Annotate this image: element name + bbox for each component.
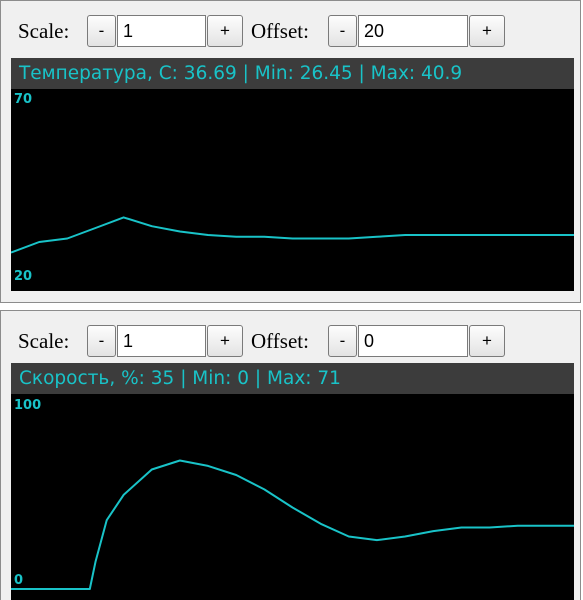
offset-increase-button[interactable]: + (469, 15, 505, 47)
speed-chart (11, 459, 574, 590)
scale-input[interactable] (117, 15, 206, 47)
speed-y-min-label: 0 (14, 573, 24, 588)
speed-controls: Scale: - + Offset: - + (1, 311, 580, 359)
scale-increase-button[interactable]: + (207, 325, 243, 357)
scale-increase-button[interactable]: + (207, 15, 243, 47)
offset-decrease-button[interactable]: - (328, 325, 357, 357)
scale-label: Scale: (18, 329, 70, 353)
scale-decrease-button[interactable]: - (87, 15, 116, 47)
temperature-panel: Scale: - + Offset: - + Температура, C: 3… (0, 0, 581, 303)
offset-label: Offset: (251, 329, 309, 353)
temperature-y-max-label: 70 (14, 92, 33, 107)
speed-panel: Scale: - + Offset: - + Скорость, %: 35 |… (0, 310, 581, 600)
temperature-title: Температура, C: 36.69 | Min: 26.45 | Max… (11, 58, 574, 89)
temperature-plot: 70 20 (11, 89, 574, 291)
offset-input[interactable] (358, 15, 468, 47)
temperature-controls: Scale: - + Offset: - + (1, 1, 580, 49)
scale-input[interactable] (117, 325, 206, 357)
offset-label: Offset: (251, 19, 309, 43)
speed-y-max-label: 100 (14, 398, 42, 413)
temperature-y-min-label: 20 (14, 269, 33, 284)
scale-label: Scale: (18, 19, 70, 43)
offset-input[interactable] (358, 325, 468, 357)
offset-decrease-button[interactable]: - (328, 15, 357, 47)
speed-plot: 100 0 (11, 394, 574, 600)
scale-decrease-button[interactable]: - (87, 325, 116, 357)
offset-increase-button[interactable]: + (469, 325, 505, 357)
temperature-line (11, 216, 574, 254)
speed-line (11, 459, 574, 590)
temperature-chart (11, 216, 574, 254)
speed-title: Скорость, %: 35 | Min: 0 | Max: 71 (11, 363, 574, 394)
